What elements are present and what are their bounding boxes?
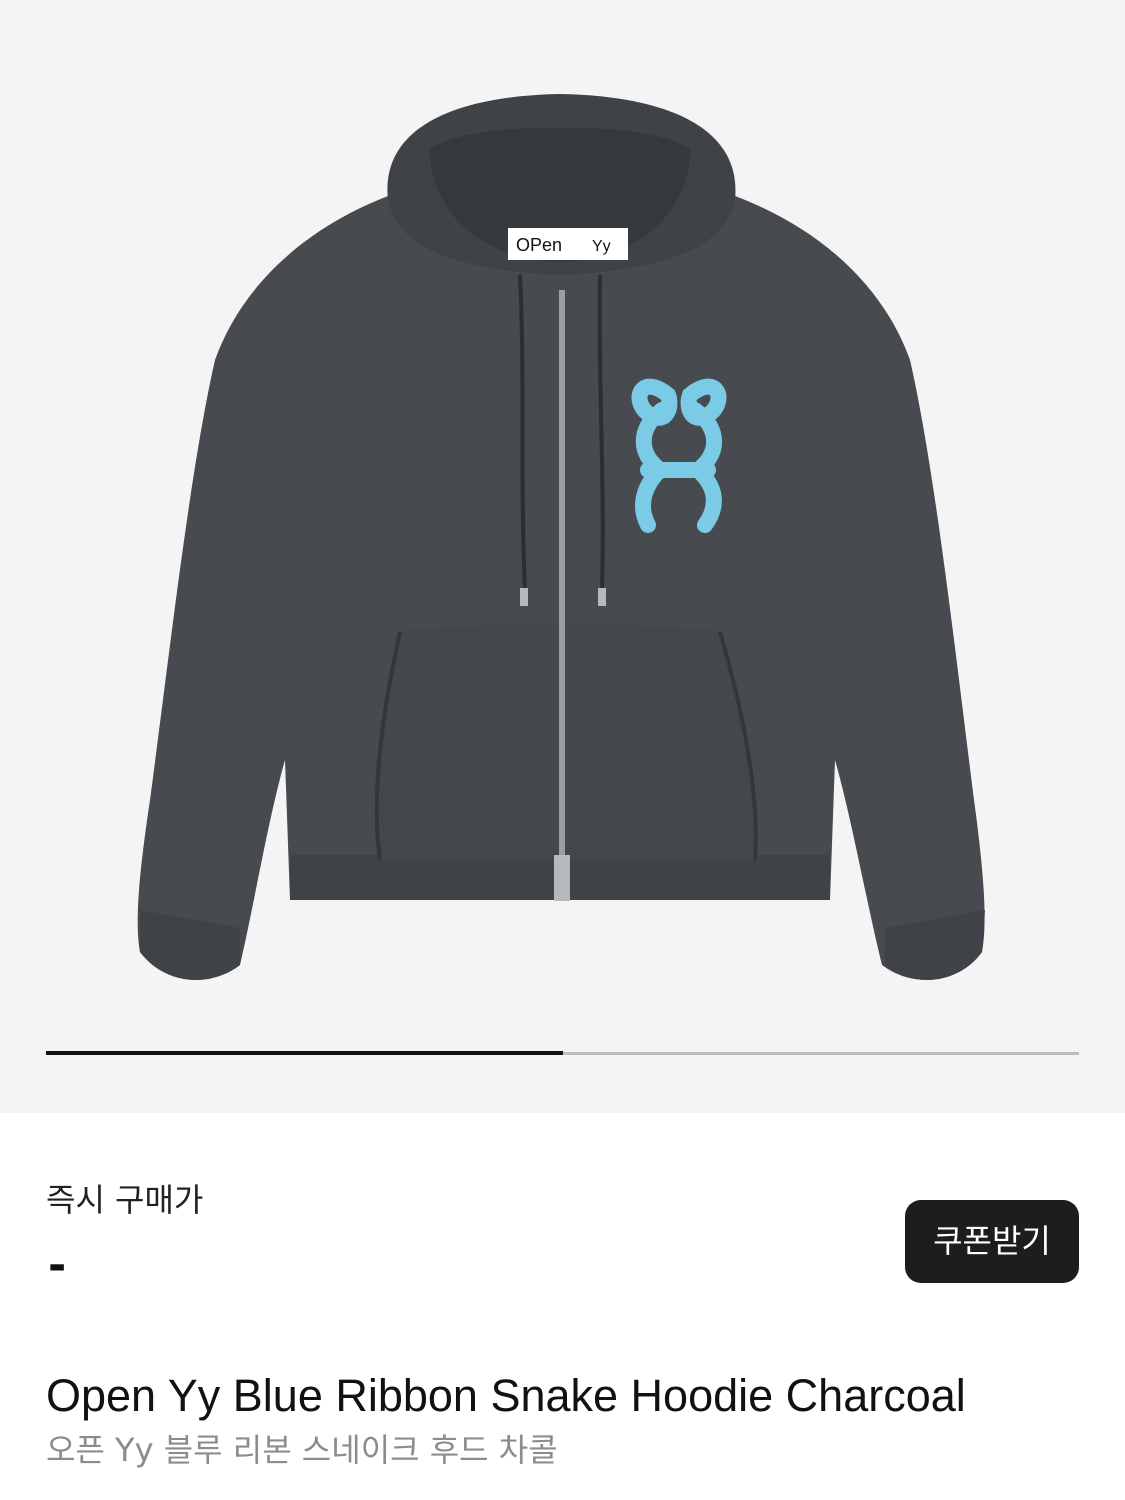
product-name-en: Open Yy Blue Ribbon Snake Hoodie Charcoa… xyxy=(46,1370,966,1421)
instant-price-value: - xyxy=(48,1240,67,1291)
product-image-gallery[interactable]: OPen Yy xyxy=(0,0,1125,1113)
product-image: OPen Yy xyxy=(137,94,985,980)
neck-label-brand: OPen xyxy=(516,235,562,255)
product-name-ko: 오픈 Yy 블루 리본 스네이크 후드 차콜 xyxy=(46,1431,558,1469)
neck-label-logo: Yy xyxy=(592,238,611,255)
slide-progress-fill xyxy=(46,1051,563,1055)
slide-progress-indicator xyxy=(46,1051,1079,1055)
instant-price-label: 즉시 구매가 xyxy=(46,1181,204,1219)
get-coupon-button[interactable]: 쿠폰받기 xyxy=(905,1200,1079,1283)
